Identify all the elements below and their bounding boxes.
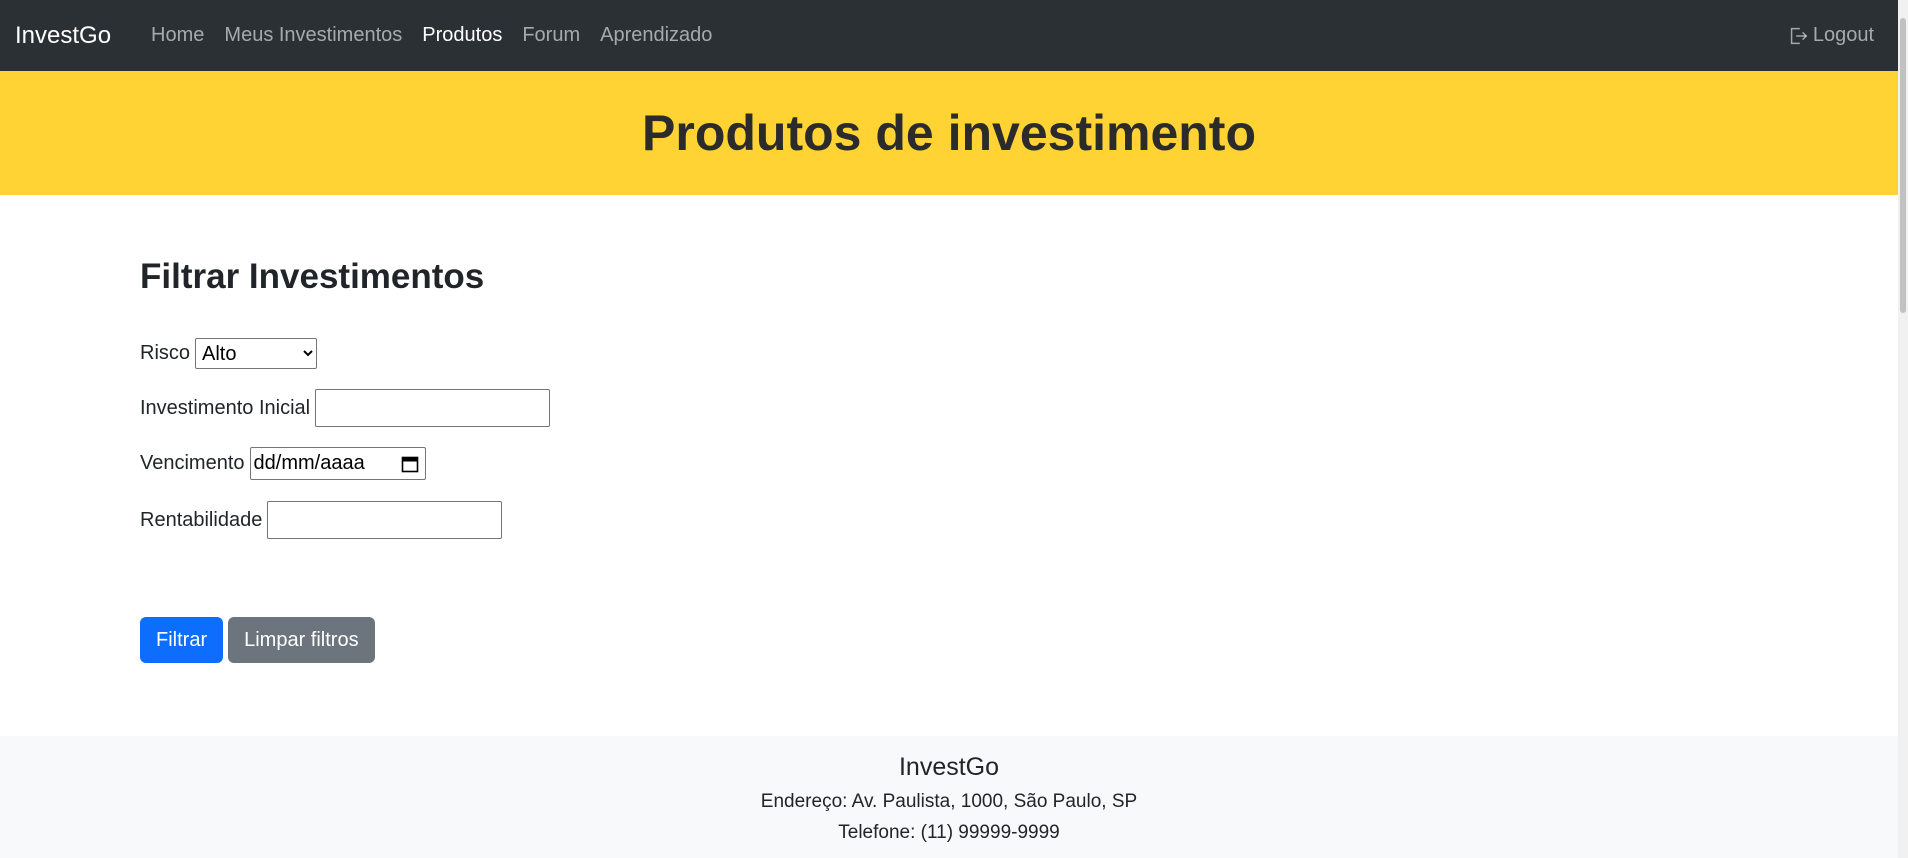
- nav-link-forum[interactable]: Forum: [512, 24, 590, 47]
- footer-phone: Telefone: (11) 99999-9999: [838, 822, 1060, 843]
- logout-button[interactable]: Logout: [1787, 0, 1874, 71]
- filter-section: Filtrar Investimentos Risco Alto Investi…: [0, 195, 1898, 736]
- nav-link-meus-investimentos[interactable]: Meus Investimentos: [214, 24, 412, 47]
- footer-address: Endereço: Av. Paulista, 1000, São Paulo,…: [760, 791, 1138, 812]
- footer: InvestGo Endereço: Av. Paulista, 1000, S…: [0, 736, 1898, 858]
- logout-label: Logout: [1812, 24, 1874, 46]
- top-navbar: InvestGo Home Meus Investimentos Produto…: [0, 0, 1898, 71]
- nav-link-aprendizado[interactable]: Aprendizado: [590, 24, 722, 47]
- vencimento-date-input[interactable]: dd/mm/aaaa: [249, 447, 426, 480]
- vencimento-row: Vencimento dd/mm/aaaa: [140, 447, 426, 480]
- risco-label: Risco: [140, 342, 191, 364]
- rentabilidade-row: Rentabilidade: [140, 501, 503, 539]
- filter-buttons: Filtrar Limpar filtros: [140, 617, 375, 663]
- page: InvestGo Home Meus Investimentos Produto…: [0, 0, 1908, 858]
- vertical-scrollbar[interactable]: [1898, 0, 1908, 858]
- investimento-inicial-row: Investimento Inicial: [140, 389, 551, 427]
- investimento-inicial-input[interactable]: [315, 389, 551, 427]
- footer-title: InvestGo: [898, 753, 1000, 781]
- vencimento-placeholder: dd/mm/aaaa: [253, 452, 365, 474]
- content-area: InvestGo Home Meus Investimentos Produto…: [0, 0, 1898, 858]
- page-title: Produtos de investimento: [642, 105, 1256, 161]
- rentabilidade-input[interactable]: [267, 501, 503, 539]
- calendar-icon[interactable]: [401, 455, 419, 473]
- limpar-filtros-button[interactable]: Limpar filtros: [228, 617, 375, 663]
- risco-row: Risco Alto: [140, 338, 318, 369]
- logout-icon: [1790, 27, 1808, 44]
- rentabilidade-label: Rentabilidade: [140, 508, 263, 531]
- nav-link-produtos[interactable]: Produtos: [412, 24, 512, 47]
- filtrar-button[interactable]: Filtrar: [140, 617, 224, 663]
- vencimento-label: Vencimento: [140, 452, 245, 474]
- nav-links: Home Meus Investimentos Produtos Forum A…: [141, 24, 722, 47]
- scrollbar-thumb[interactable]: [1900, 18, 1906, 313]
- risco-select[interactable]: Alto: [195, 338, 318, 369]
- investimento-inicial-label: Investimento Inicial: [140, 396, 311, 419]
- hero-banner: Produtos de investimento: [0, 71, 1898, 195]
- brand-logo[interactable]: InvestGo: [15, 22, 111, 50]
- filter-title: Filtrar Investimentos: [140, 257, 485, 296]
- nav-link-home[interactable]: Home: [141, 24, 214, 47]
